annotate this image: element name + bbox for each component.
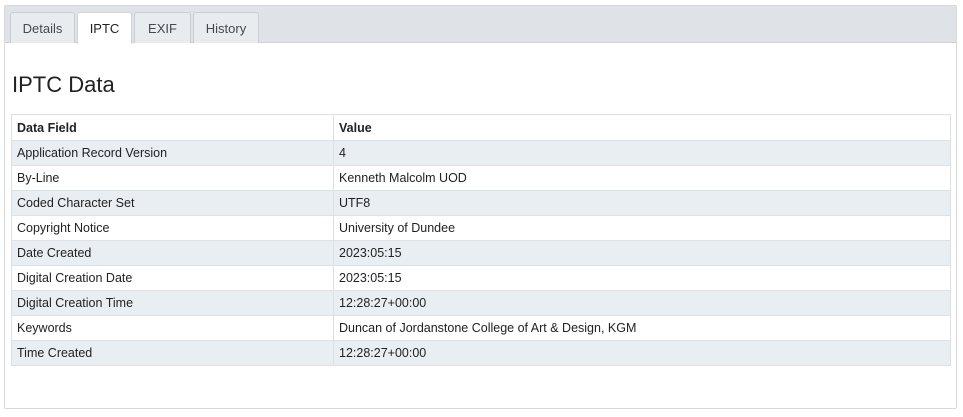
- tab-bar: Details IPTC EXIF History: [5, 6, 956, 44]
- field-cell: Digital Creation Date: [11, 265, 334, 291]
- field-cell: Copyright Notice: [11, 215, 334, 241]
- field-cell: Digital Creation Time: [11, 290, 334, 316]
- field-cell: Application Record Version: [11, 140, 334, 166]
- table-row: Time Created 12:28:27+00:00: [11, 340, 951, 366]
- value-cell: 12:28:27+00:00: [333, 290, 951, 316]
- value-cell: 4: [333, 140, 951, 166]
- table-row: Coded Character Set UTF8: [11, 190, 951, 216]
- field-cell: By-Line: [11, 165, 334, 191]
- value-cell: 2023:05:15: [333, 265, 951, 291]
- iptc-table: Data Field Value Application Record Vers…: [11, 114, 951, 366]
- value-cell: Duncan of Jordanstone College of Art & D…: [333, 315, 951, 341]
- table-header-row: Data Field Value: [11, 114, 951, 141]
- metadata-panel: Details IPTC EXIF History IPTC Data Data…: [4, 5, 957, 409]
- table-row: Keywords Duncan of Jordanstone College o…: [11, 315, 951, 341]
- value-cell: University of Dundee: [333, 215, 951, 241]
- table-row: Date Created 2023:05:15: [11, 240, 951, 266]
- value-cell: 2023:05:15: [333, 240, 951, 266]
- table-row: Digital Creation Time 12:28:27+00:00: [11, 290, 951, 316]
- page-title: IPTC Data: [12, 72, 115, 97]
- value-cell: UTF8: [333, 190, 951, 216]
- field-cell: Date Created: [11, 240, 334, 266]
- field-cell: Keywords: [11, 315, 334, 341]
- table-row: Application Record Version 4: [11, 140, 951, 166]
- tab-exif[interactable]: EXIF: [134, 12, 191, 43]
- table-row: Digital Creation Date 2023:05:15: [11, 265, 951, 291]
- value-cell: 12:28:27+00:00: [333, 340, 951, 366]
- tab-history[interactable]: History: [193, 12, 259, 43]
- table-row: By-Line Kenneth Malcolm UOD: [11, 165, 951, 191]
- field-cell: Coded Character Set: [11, 190, 334, 216]
- column-header-data-field: Data Field: [11, 114, 334, 141]
- value-cell: Kenneth Malcolm UOD: [333, 165, 951, 191]
- table-row: Copyright Notice University of Dundee: [11, 215, 951, 241]
- tab-iptc[interactable]: IPTC: [77, 12, 132, 44]
- tab-details[interactable]: Details: [10, 12, 75, 43]
- column-header-value: Value: [333, 114, 951, 141]
- field-cell: Time Created: [11, 340, 334, 366]
